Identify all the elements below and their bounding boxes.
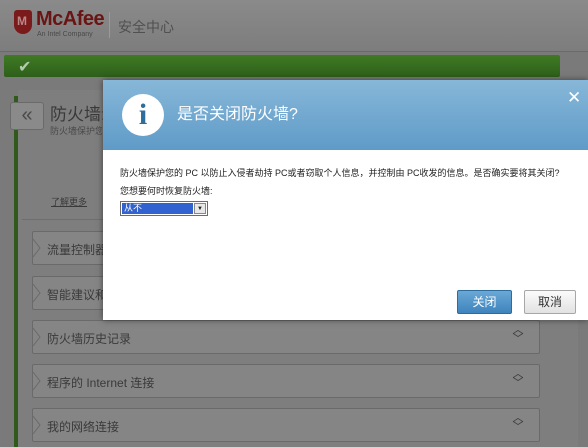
mcafee-shield-icon <box>14 10 32 34</box>
section-label: 程序的 Internet 连接 <box>47 376 155 390</box>
selected-option: 从不 <box>122 203 193 214</box>
brand-subtitle: An Intel Company <box>37 31 93 38</box>
dropdown-arrow-icon[interactable]: ▼ <box>194 203 206 214</box>
brand-logo: McAfee <box>36 8 105 30</box>
row-pointer-icon <box>32 283 41 303</box>
header-divider <box>109 12 110 38</box>
double-chevron-left-icon: « <box>21 104 33 126</box>
row-pointer-icon <box>32 371 41 391</box>
turn-off-firewall-dialog: i 是否关闭防火墙? ✕ 防火墙保护您的 PC 以防止入侵者劫持 PC或者窃取个… <box>103 80 588 320</box>
dialog-title: 是否关闭防火墙? <box>177 106 298 123</box>
row-pointer-icon <box>32 415 41 435</box>
chevron-up-down-icon[interactable]: ︿ ﹀ <box>511 413 525 433</box>
chevron-up-down-icon[interactable]: ︿ ﹀ <box>511 325 525 345</box>
app-header: McAfee An Intel Company 安全中心 <box>0 0 588 52</box>
section-label: 防火墙历史记录 <box>47 332 132 346</box>
checkmark-icon: ✔ <box>18 59 32 76</box>
row-pointer-icon <box>32 238 41 258</box>
panel-title: 防火墙: <box>50 105 106 124</box>
section-firewall-history[interactable]: 防火墙历史记录 ︿ ﹀ <box>32 320 540 354</box>
panel-accent-rail <box>14 96 18 447</box>
turn-off-button[interactable]: 关闭 <box>457 290 512 314</box>
back-button[interactable]: « <box>10 102 44 130</box>
learn-more-link[interactable]: 了解更多 <box>51 195 87 208</box>
chevron-up-down-icon[interactable]: ︿ ﹀ <box>511 369 525 389</box>
section-program-connections[interactable]: 程序的 Internet 连接 ︿ ﹀ <box>32 364 540 398</box>
row-pointer-icon <box>32 327 41 347</box>
section-label: 我的网络连接 <box>47 420 120 434</box>
panel-description: 防火墙保护您 <box>50 126 102 136</box>
dialog-message: 防火墙保护您的 PC 以防止入侵者劫持 PC或者窃取个人信息，并控制由 PC收发… <box>120 168 560 178</box>
resume-question: 您想要何时恢复防火墙: <box>120 186 213 196</box>
section-label: 智能建议和 <box>47 288 108 302</box>
window-title: 安全中心 <box>118 19 174 35</box>
section-network-connections[interactable]: 我的网络连接 ︿ ﹀ <box>32 408 540 442</box>
cancel-button[interactable]: 取消 <box>524 290 576 314</box>
dialog-header: i 是否关闭防火墙? ✕ <box>103 80 588 150</box>
protection-status-bar: ✔ <box>4 55 560 77</box>
close-icon[interactable]: ✕ <box>567 89 581 106</box>
info-glyph: i <box>138 98 148 131</box>
resume-time-select[interactable]: 从不 ▼ <box>120 201 208 216</box>
info-icon: i <box>122 94 164 136</box>
section-label: 流量控制器 <box>47 243 108 257</box>
